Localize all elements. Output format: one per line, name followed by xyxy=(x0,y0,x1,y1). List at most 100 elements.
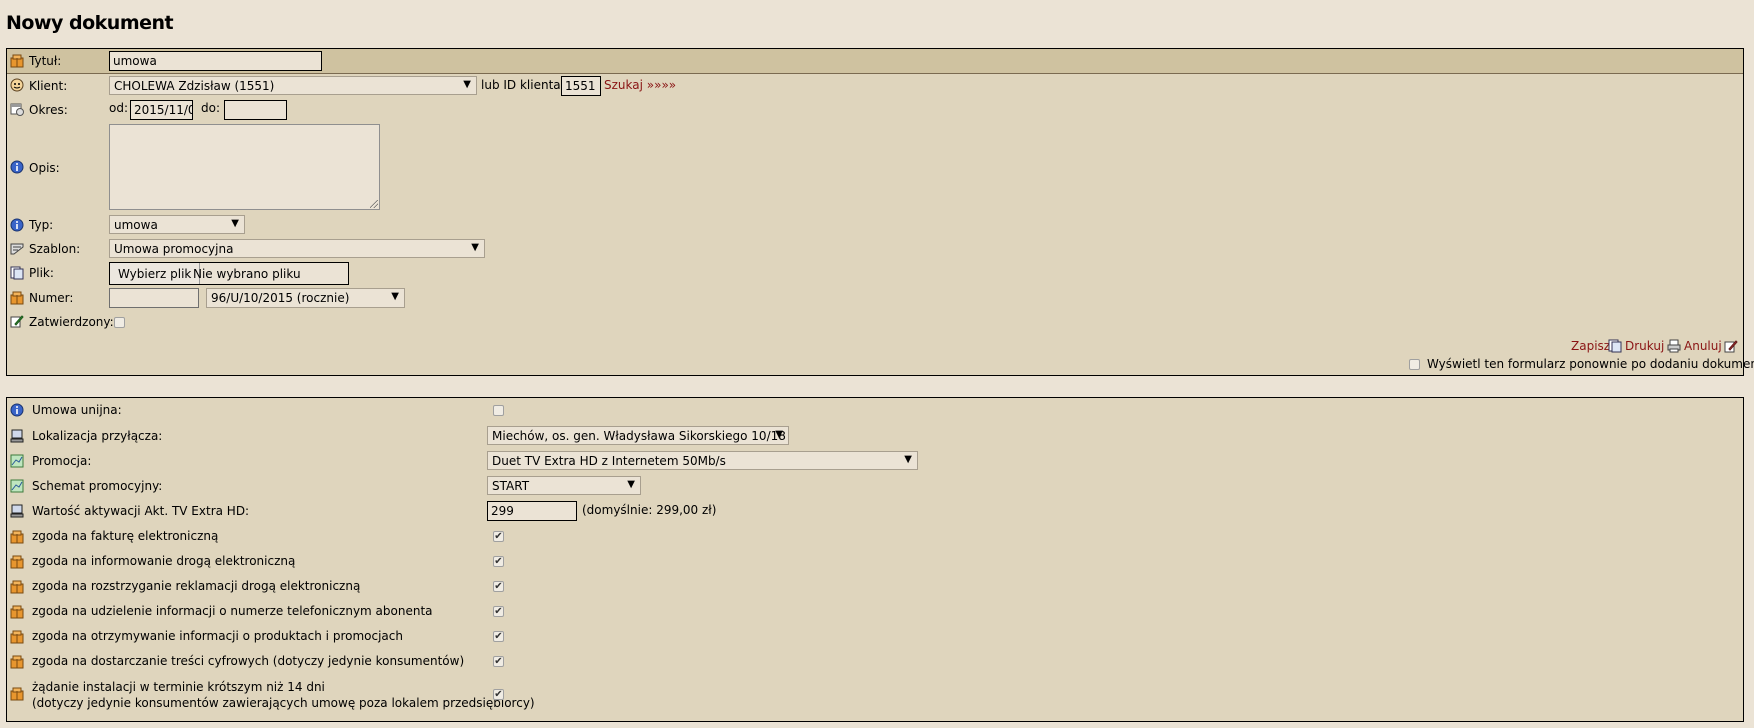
promo-select-value: Duet TV Extra HD z Internetem 50Mb/s xyxy=(492,454,726,468)
location-label: Lokalizacja przyłącza: xyxy=(32,429,163,443)
consent-label: zgoda na fakturę elektroniczną xyxy=(32,529,219,543)
client-select-value: CHOLEWA Zdzisław (1551) xyxy=(114,79,275,93)
package-icon xyxy=(10,655,24,669)
approved-checkbox[interactable] xyxy=(114,317,125,328)
title-label: Tytuł: xyxy=(29,54,62,68)
package-icon xyxy=(10,291,24,305)
union-checkbox[interactable] xyxy=(493,405,504,416)
show-again-label: Wyświetl ten formularz ponownie po dodan… xyxy=(1427,357,1754,371)
template-label: Szablon: xyxy=(29,242,81,256)
file-label: Plik: xyxy=(29,266,54,280)
client-id-input[interactable]: 1551 xyxy=(561,76,601,96)
location-select[interactable]: Miechów, os. gen. Władysława Sikorskiego… xyxy=(487,426,789,445)
client-label: Klient: xyxy=(29,79,68,93)
client-icon xyxy=(10,78,24,92)
type-label: Typ: xyxy=(29,218,54,232)
install-request-note: (dotyczy jedynie konsumentów zawierający… xyxy=(32,696,535,710)
number-input[interactable] xyxy=(109,288,199,308)
file-icon xyxy=(10,266,24,280)
description-textarea[interactable] xyxy=(109,124,380,210)
consent-checkbox[interactable]: ✔ xyxy=(493,656,504,667)
title-input[interactable]: umowa xyxy=(109,51,322,71)
print-icon[interactable] xyxy=(1608,339,1622,353)
description-label: Opis: xyxy=(29,161,60,175)
file-none-text: Nie wybrano pliku xyxy=(193,267,301,281)
consent-checkbox[interactable]: ✔ xyxy=(493,531,504,542)
activation-input[interactable]: 299 xyxy=(487,501,577,521)
scheme-label: Schemat promocyjny: xyxy=(32,479,163,493)
template-icon xyxy=(10,243,24,255)
printer-icon[interactable] xyxy=(1667,339,1681,353)
client-select[interactable]: CHOLEWA Zdzisław (1551) ▼ xyxy=(109,76,477,95)
install-request-label: żądanie instalacji w terminie krótszym n… xyxy=(32,680,325,694)
cancel-edit-icon[interactable] xyxy=(1724,339,1738,353)
chevron-down-icon: ▼ xyxy=(627,479,635,490)
client-id-label: lub ID klienta: xyxy=(481,78,565,92)
period-label: Okres: xyxy=(29,103,68,117)
scheme-select-value: START xyxy=(492,479,530,493)
info-icon xyxy=(10,160,24,174)
number-plan-select[interactable]: 96/U/10/2015 (rocznie) ▼ xyxy=(206,288,405,308)
to-date-input[interactable] xyxy=(224,100,287,120)
package-icon xyxy=(10,605,24,619)
chevron-down-icon: ▼ xyxy=(231,218,239,229)
contract-panel: Umowa unijna: Lokalizacja przyłącza: Mie… xyxy=(6,397,1744,722)
consent-checkbox[interactable]: ✔ xyxy=(493,581,504,592)
number-label: Numer: xyxy=(29,291,74,305)
calendar-icon xyxy=(10,103,24,116)
consent-label: zgoda na otrzymywanie informacji o produ… xyxy=(32,629,403,643)
consent-checkbox[interactable]: ✔ xyxy=(493,631,504,642)
install-request-checkbox[interactable]: ✔ xyxy=(493,689,504,700)
save-link[interactable]: Zapisz xyxy=(1571,339,1610,353)
chevron-down-icon: ▼ xyxy=(463,79,471,90)
computer-icon xyxy=(10,429,24,443)
consent-checkbox[interactable]: ✔ xyxy=(493,556,504,567)
chevron-down-icon: ▼ xyxy=(775,429,783,440)
to-label: do: xyxy=(201,101,221,115)
consent-label: zgoda na udzielenie informacji o numerze… xyxy=(32,604,433,618)
computer-icon xyxy=(10,504,24,518)
from-label: od: xyxy=(109,101,129,115)
promo-chart-icon xyxy=(10,479,24,493)
page-title: Nowy dokument xyxy=(6,12,174,34)
info-icon xyxy=(10,218,24,232)
cancel-link[interactable]: Anuluj xyxy=(1684,339,1722,353)
consent-label: zgoda na dostarczanie treści cyfrowych (… xyxy=(32,654,465,668)
type-select[interactable]: umowa ▼ xyxy=(109,215,245,234)
union-label: Umowa unijna: xyxy=(32,403,122,417)
package-icon xyxy=(10,630,24,644)
document-form-panel: Tytuł: umowa Klient: CHOLEWA Zdzisław (1… xyxy=(6,48,1754,376)
approved-label: Zatwierdzony: xyxy=(29,315,114,329)
package-icon xyxy=(10,687,24,701)
search-client-link[interactable]: Szukaj »»»» xyxy=(604,78,676,92)
activation-default: (domyślnie: 299,00 zł) xyxy=(582,503,717,517)
promo-chart-icon xyxy=(10,454,24,468)
print-link[interactable]: Drukuj xyxy=(1625,339,1664,353)
chevron-down-icon: ▼ xyxy=(391,291,399,302)
choose-file-button[interactable]: Wybierz plik xyxy=(110,263,201,284)
promo-label: Promocja: xyxy=(32,454,92,468)
package-icon xyxy=(10,530,24,544)
package-icon xyxy=(10,580,24,594)
show-again-checkbox[interactable] xyxy=(1409,359,1420,370)
location-select-value: Miechów, os. gen. Władysława Sikorskiego… xyxy=(492,429,786,443)
consent-label: zgoda na rozstrzyganie reklamacji drogą … xyxy=(32,579,361,593)
template-select-value: Umowa promocyjna xyxy=(114,242,234,256)
scheme-select[interactable]: START ▼ xyxy=(487,476,641,495)
activation-label: Wartość aktywacji Akt. TV Extra HD: xyxy=(32,504,250,518)
number-plan-select-value: 96/U/10/2015 (rocznie) xyxy=(211,291,350,305)
from-date-input[interactable]: 2015/11/0: xyxy=(130,100,193,120)
package-icon xyxy=(10,54,24,68)
package-icon xyxy=(10,555,24,569)
chevron-down-icon: ▼ xyxy=(471,242,479,253)
consent-checkbox[interactable]: ✔ xyxy=(493,606,504,617)
chevron-down-icon: ▼ xyxy=(904,454,912,465)
file-input[interactable]: Wybierz plik Nie wybrano pliku xyxy=(109,262,349,285)
consent-label: zgoda na informowanie drogą elektroniczn… xyxy=(32,554,296,568)
approve-pencil-icon xyxy=(10,315,24,328)
promo-select[interactable]: Duet TV Extra HD z Internetem 50Mb/s ▼ xyxy=(487,451,918,470)
type-select-value: umowa xyxy=(114,218,158,232)
resize-grip-icon[interactable] xyxy=(370,200,378,208)
template-select[interactable]: Umowa promocyjna ▼ xyxy=(109,239,485,258)
info-icon xyxy=(10,403,24,417)
